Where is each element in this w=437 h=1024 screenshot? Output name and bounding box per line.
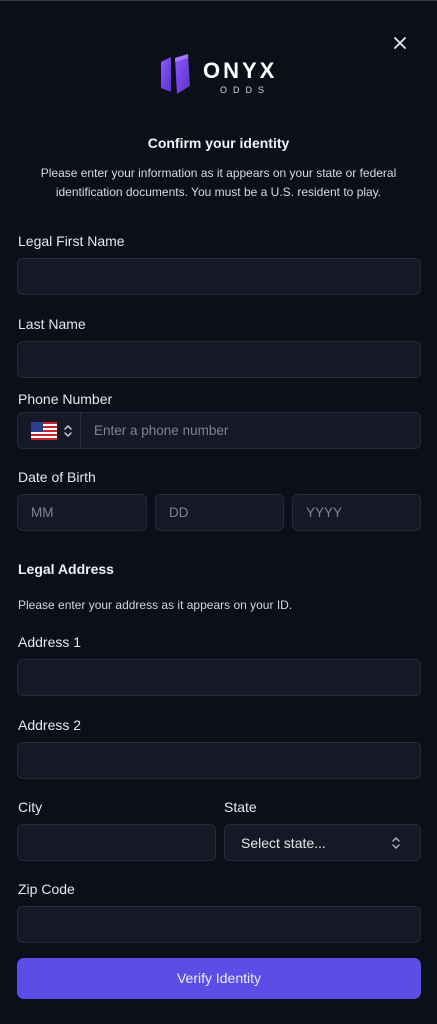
address1-field[interactable] [17, 659, 421, 696]
state-label: State [224, 799, 257, 815]
dob-year-placeholder: YYYY [306, 505, 343, 520]
verify-identity-button[interactable]: Verify Identity [17, 958, 421, 999]
dob-year-field[interactable]: YYYY [292, 494, 421, 531]
close-button[interactable] [390, 33, 410, 53]
brand-logo: ONYX ODDS [157, 52, 282, 100]
brand-name: ONYX [203, 58, 278, 83]
zip-label: Zip Code [18, 881, 75, 897]
address1-label: Address 1 [18, 634, 82, 650]
last-name-field[interactable] [17, 341, 421, 378]
close-icon [394, 37, 406, 49]
dob-day-field[interactable]: DD [155, 494, 284, 531]
top-border [0, 0, 437, 1]
phone-placeholder: Enter a phone number [94, 423, 229, 438]
last-name-label: Last Name [18, 316, 86, 332]
state-select-value: Select state... [241, 835, 326, 851]
dialog-description: Please enter your information as it appe… [40, 166, 397, 199]
first-name-label: Legal First Name [18, 233, 125, 249]
chevron-updown-icon [64, 425, 72, 437]
phone-label: Phone Number [18, 391, 113, 407]
address2-label: Address 2 [18, 717, 82, 733]
brand-tagline: ODDS [220, 85, 271, 95]
phone-input[interactable]: Enter a phone number [81, 412, 421, 449]
dob-month-placeholder: MM [31, 505, 54, 520]
dob-month-field[interactable]: MM [17, 494, 147, 531]
address2-field[interactable] [17, 742, 421, 779]
first-name-field[interactable] [17, 258, 421, 295]
us-flag-icon [31, 422, 57, 440]
dob-day-placeholder: DD [169, 505, 189, 520]
city-label: City [18, 799, 43, 815]
legal-address-instructions: Please enter your address as it appears … [18, 598, 293, 612]
chevron-updown-icon [392, 837, 400, 849]
country-selector[interactable] [17, 412, 81, 449]
zip-field[interactable] [17, 906, 421, 943]
dialog-title: Confirm your identity [147, 135, 290, 151]
legal-address-heading: Legal Address [18, 561, 114, 577]
dob-label: Date of Birth [18, 469, 96, 485]
city-field[interactable] [17, 824, 216, 861]
onyx-logo-icon [161, 54, 190, 94]
state-select[interactable]: Select state... [224, 824, 421, 861]
